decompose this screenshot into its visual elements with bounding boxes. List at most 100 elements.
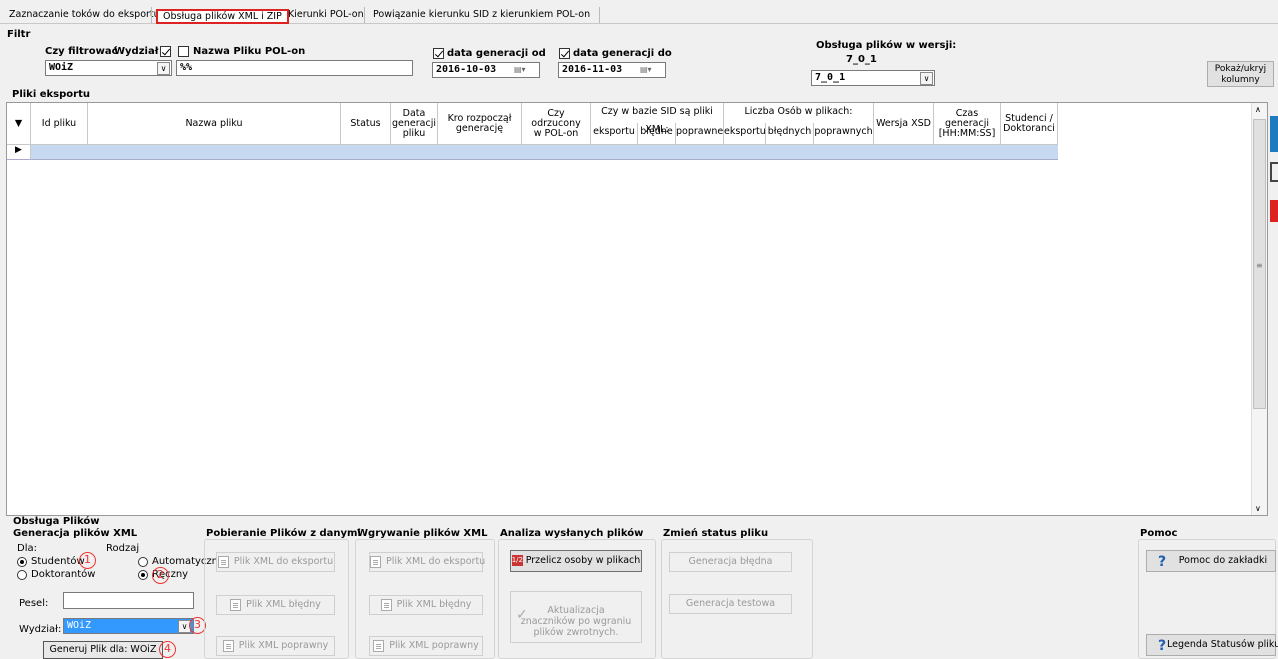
calculator-icon: 1/2 xyxy=(511,555,523,566)
file-icon xyxy=(222,639,234,652)
grip-icon: ≡ xyxy=(1256,261,1263,270)
file-icon xyxy=(230,598,242,611)
wgraj-xml-bledny-button[interactable]: Plik XML błędny xyxy=(369,595,483,615)
dla-label: Dla: xyxy=(17,543,37,554)
tab-separator xyxy=(599,7,600,23)
new-row-indicator[interactable]: ▶ xyxy=(7,145,31,160)
pesel-input[interactable] xyxy=(63,592,194,609)
legenda-statusow-button[interactable]: ? Legenda Statusów pliku xyxy=(1146,634,1278,656)
file-icon xyxy=(370,555,381,568)
col-osob-blednych[interactable]: błędnych xyxy=(766,123,814,145)
nazwa-pliku-input[interactable]: %% xyxy=(176,60,413,76)
col-czas-generacji[interactable]: Czas generacji [HH:MM:SS] xyxy=(934,103,1001,145)
wydzial-filter-select[interactable]: WOiZ xyxy=(45,60,172,76)
pliki-eksportu-grid[interactable]: ▼ Id pliku Nazwa pliku Status Data genera… xyxy=(6,102,1268,516)
col-osob-eksportu[interactable]: eksportu xyxy=(724,123,766,145)
aktualizacja-znacznikow-button[interactable]: ✓ Aktualizacja znaczników po wgraniu plikó… xyxy=(510,591,642,643)
pobieranie-title: Pobieranie Plików z danymi xyxy=(206,528,361,539)
grid-title: Pliki eksportu xyxy=(12,89,90,100)
radio-studentow[interactable] xyxy=(17,557,27,567)
col-sid-eksportu[interactable]: eksportu xyxy=(591,123,638,145)
zmien-status-title: Zmień status pliku xyxy=(663,528,769,539)
pomoc-do-zakladki-button[interactable]: ? Pomoc do zakładki xyxy=(1146,550,1276,572)
file-icon xyxy=(217,555,229,568)
wydzial-gen-label: Wydział: xyxy=(19,624,62,635)
chevron-down-icon[interactable]: ∨ xyxy=(920,72,933,85)
col-kto-rozpoczal[interactable]: Kro rozpoczął generację xyxy=(438,103,522,145)
wersja-select[interactable]: 7_0_1 xyxy=(811,70,935,86)
col-nazwa-pliku[interactable]: Nazwa pliku xyxy=(88,103,341,145)
generuj-plik-button[interactable]: Generuj Plik dla: WOiZ xyxy=(43,641,163,659)
help-icon: ? xyxy=(1158,638,1167,654)
col-group-sid: Czy w bazie SID są pliki XML: eksportu b… xyxy=(591,103,724,145)
new-row[interactable] xyxy=(31,145,1058,160)
radio-reczny[interactable] xyxy=(138,570,148,580)
pobierz-xml-eksport-button[interactable]: Plik XML do eksportu xyxy=(216,552,335,572)
polon-logo xyxy=(1270,116,1278,466)
tab-strip: Zaznaczanie toków do eksportu Obsługa pl… xyxy=(0,0,1278,24)
generacja-title: Generacja plików XML xyxy=(13,528,138,539)
nazwa-pliku-checkbox[interactable] xyxy=(178,46,189,57)
filter-title: Filtr xyxy=(7,29,31,40)
radio-doktorantow[interactable] xyxy=(17,570,27,580)
col-group-osob: Liczba Osób w plikach: eksportu błędnych… xyxy=(724,103,874,145)
checkmark-icon: ✓ xyxy=(516,607,528,623)
file-icon xyxy=(380,598,392,611)
vertical-scrollbar[interactable]: ∧ ≡ ∨ xyxy=(1251,103,1267,515)
doktorantow-label: Doktorantów xyxy=(31,569,96,580)
marker-2: 2 xyxy=(152,567,169,584)
rodzaj-label: Rodzaj xyxy=(106,543,140,554)
studentow-label: Studentów xyxy=(31,556,85,567)
chevron-down-icon[interactable]: ∨ xyxy=(157,62,170,75)
data-do-label: data generacji do xyxy=(573,48,672,59)
tab-kierunki[interactable]: Kierunki POL-on xyxy=(283,8,369,24)
row-selector-header[interactable]: ▼ xyxy=(7,103,31,145)
tab-powiazanie[interactable]: Powiązanie kierunku SID z kierunkiem POL… xyxy=(368,8,595,24)
tab-obsluga-xml[interactable]: Obsługa plików XML i ZIP xyxy=(156,9,289,24)
calendar-dropdown-icon[interactable]: ▤▾ xyxy=(640,63,662,76)
obsluga-plikow-title: Obsługa Plików xyxy=(13,516,100,527)
nazwa-pliku-label: Nazwa Pliku POL-on xyxy=(193,46,306,57)
help-icon: ? xyxy=(1158,554,1167,570)
data-od-label: data generacji od xyxy=(447,48,546,59)
scroll-down-icon[interactable]: ∨ xyxy=(1255,504,1261,513)
col-id-pliku[interactable]: Id pliku xyxy=(31,103,88,145)
analiza-title: Analiza wysłanych plików xyxy=(500,528,644,539)
generacja-testowa-button[interactable]: Generacja testowa xyxy=(669,594,792,614)
pesel-label: Pesel: xyxy=(19,598,49,609)
file-icon xyxy=(373,639,385,652)
przelicz-osoby-button[interactable]: 1/2 Przelicz osoby w plikach xyxy=(510,550,642,572)
col-status[interactable]: Status xyxy=(341,103,391,145)
col-studenci-doktoranci[interactable]: Studenci / Doktoranci xyxy=(1001,103,1058,145)
pobierz-xml-poprawny-button[interactable]: Plik XML poprawny xyxy=(216,636,335,656)
wgraj-xml-poprawny-button[interactable]: Plik XML poprawny xyxy=(369,636,483,656)
wgrywanie-title: Wgrywanie plików XML xyxy=(357,528,488,539)
data-od-checkbox[interactable] xyxy=(433,48,444,59)
radio-automatyczny[interactable] xyxy=(138,557,148,567)
wersja-current: 7_0_1 xyxy=(846,54,877,65)
col-data-generacji[interactable]: Data generacji pliku xyxy=(391,103,438,145)
tab-separator xyxy=(151,7,152,23)
col-wersja-xsd[interactable]: Wersja XSD xyxy=(874,103,934,145)
czy-filtrowac-label: Czy filtrować xyxy=(45,46,118,57)
data-do-checkbox[interactable] xyxy=(559,48,570,59)
scroll-up-icon[interactable]: ∧ xyxy=(1255,105,1261,114)
wydzial-filter-checkbox[interactable] xyxy=(160,46,171,57)
tab-zaznaczanie[interactable]: Zaznaczanie toków do eksportu xyxy=(4,8,165,24)
pobierz-xml-bledny-button[interactable]: Plik XML błędny xyxy=(216,595,335,615)
wydzial-gen-select[interactable]: WOiZ xyxy=(63,618,194,634)
generacja-bledna-button[interactable]: Generacja błędna xyxy=(669,552,792,572)
col-sid-poprawne[interactable]: poprawne xyxy=(676,123,723,145)
pomoc-title: Pomoc xyxy=(1140,528,1178,539)
col-sid-bledne[interactable]: błędne xyxy=(638,123,676,145)
col-osob-poprawnych[interactable]: poprawnych xyxy=(814,123,873,145)
col-czy-odrzucony[interactable]: Czy odrzucony w POL-on xyxy=(522,103,591,145)
wgraj-xml-eksport-button[interactable]: Plik XML do eksportu xyxy=(369,552,485,572)
marker-4: 4 xyxy=(159,641,176,658)
pokaz-ukryj-kolumny-button[interactable]: Pokaż/ukryj kolumny xyxy=(1207,61,1274,87)
wersja-label: Obsługa plików w wersji: xyxy=(816,40,957,51)
tab-separator xyxy=(364,7,365,23)
marker-1: 1 xyxy=(79,552,96,569)
wydzial-filter-label: Wydział xyxy=(114,46,159,57)
calendar-dropdown-icon[interactable]: ▤▾ xyxy=(514,63,536,76)
